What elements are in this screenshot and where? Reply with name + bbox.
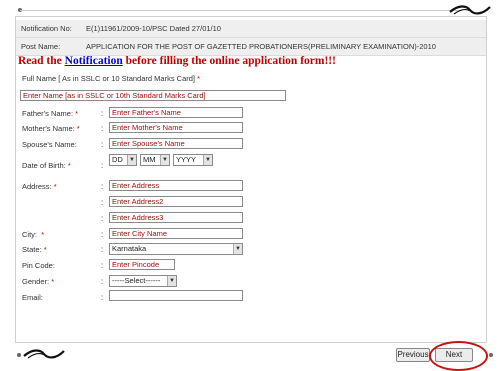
colon: : bbox=[101, 161, 104, 170]
colon: : bbox=[101, 198, 104, 207]
address1-input[interactable]: Enter Address bbox=[109, 180, 243, 191]
dob-month-value: MM bbox=[143, 155, 156, 164]
notification-link[interactable]: Notification bbox=[65, 55, 123, 67]
pin-code-input[interactable]: Enter Pincode bbox=[109, 259, 175, 270]
spouse-name-label: Spouse's Name: bbox=[22, 140, 77, 149]
gender-label-text: Gender: bbox=[22, 277, 50, 286]
dob-label: Date of Birth: * bbox=[22, 161, 71, 170]
notification-no-value: E(1)11961/2009-10/PSC Dated 27/01/10 bbox=[86, 24, 221, 33]
dob-day-value: DD bbox=[112, 155, 123, 164]
notification-warning: Read the Notification before filling the… bbox=[18, 55, 336, 67]
city-label-text: City: bbox=[22, 230, 37, 239]
spouse-name-input[interactable]: Enter Spouse's Name bbox=[109, 138, 243, 149]
dob-year-select[interactable]: YYYY ▼ bbox=[173, 154, 213, 166]
chevron-down-icon: ▼ bbox=[127, 155, 136, 165]
state-label-text: State: bbox=[22, 245, 42, 254]
post-name-value: APPLICATION FOR THE POST OF GAZETTED PRO… bbox=[86, 42, 436, 51]
swirl-ornament-icon bbox=[23, 349, 65, 359]
gender-value: -----Select------ bbox=[112, 276, 161, 285]
colon: : bbox=[101, 140, 104, 149]
gender-select[interactable]: -----Select------ ▼ bbox=[109, 275, 177, 287]
chevron-down-icon: ▼ bbox=[160, 155, 169, 165]
required-mark: * bbox=[43, 245, 47, 254]
notification-no-row: Notification No: E(1)11961/2009-10/PSC D… bbox=[16, 20, 486, 38]
colon: : bbox=[101, 124, 104, 133]
full-name-label: Full Name [ As in SSLC or 10 Standard Ma… bbox=[22, 74, 200, 83]
post-name-row: Post Name: APPLICATION FOR THE POST OF G… bbox=[16, 38, 486, 56]
required-mark: * bbox=[53, 182, 57, 191]
colon: : bbox=[101, 293, 104, 302]
city-label: City: * bbox=[22, 230, 44, 239]
full-name-label-text: Full Name [ As in SSLC or 10 Standard Ma… bbox=[22, 74, 195, 83]
post-name-label: Post Name: bbox=[21, 42, 61, 51]
father-name-label: Father's Name: * bbox=[22, 109, 78, 118]
colon: : bbox=[101, 277, 104, 286]
dob-month-select[interactable]: MM ▼ bbox=[140, 154, 170, 166]
father-name-input[interactable]: Enter Father's Name bbox=[109, 107, 243, 118]
top-divider bbox=[20, 10, 460, 11]
required-mark: * bbox=[51, 277, 55, 286]
address-label-text: Address: bbox=[22, 182, 52, 191]
pin-code-label: Pin Code: bbox=[22, 261, 55, 270]
email-input[interactable] bbox=[109, 290, 243, 301]
mother-name-label: Mother's Name: * bbox=[22, 124, 80, 133]
ornament-dot bbox=[489, 353, 493, 357]
mother-name-label-text: Mother's Name: bbox=[22, 124, 75, 133]
colon: : bbox=[101, 261, 104, 270]
gender-label: Gender: * bbox=[22, 277, 54, 286]
dob-year-value: YYYY bbox=[176, 155, 197, 164]
state-label: State: * bbox=[22, 245, 47, 254]
warning-text-after: before filling the online application fo… bbox=[122, 55, 336, 67]
father-name-label-text: Father's Name: bbox=[22, 109, 74, 118]
colon: : bbox=[101, 182, 104, 191]
chevron-down-icon: ▼ bbox=[233, 244, 242, 254]
required-mark: * bbox=[76, 124, 80, 133]
chevron-down-icon: ▼ bbox=[167, 276, 176, 286]
required-mark: * bbox=[67, 161, 71, 170]
address-label: Address: * bbox=[22, 182, 57, 191]
state-value: Karnataka bbox=[112, 244, 147, 253]
dob-day-select[interactable]: DD ▼ bbox=[109, 154, 137, 166]
email-label: Email: bbox=[22, 293, 43, 302]
required-mark: * bbox=[41, 230, 45, 239]
dob-label-text: Date of Birth: bbox=[22, 161, 66, 170]
required-mark: * bbox=[75, 109, 79, 118]
city-input[interactable]: Enter City Name bbox=[109, 228, 243, 239]
mother-name-input[interactable]: Enter Mother's Name bbox=[109, 122, 243, 133]
colon: : bbox=[101, 109, 104, 118]
next-highlight-ring bbox=[429, 341, 488, 371]
colon: : bbox=[101, 214, 104, 223]
address3-input[interactable]: Enter Address3 bbox=[109, 212, 243, 223]
chevron-down-icon: ▼ bbox=[203, 155, 212, 165]
address2-input[interactable]: Enter Address2 bbox=[109, 196, 243, 207]
swirl-ornament-icon bbox=[449, 5, 491, 15]
ornament-dot bbox=[17, 353, 21, 357]
previous-button[interactable]: Previous bbox=[396, 348, 430, 362]
colon: : bbox=[101, 230, 104, 239]
warning-text-before: Read the bbox=[18, 55, 65, 67]
required-mark: * bbox=[197, 74, 201, 83]
colon: : bbox=[101, 245, 104, 254]
full-name-input[interactable]: Enter Name [as in SSLC or 10th Standard … bbox=[20, 90, 286, 101]
state-select[interactable]: Karnataka ▼ bbox=[109, 243, 243, 255]
notification-no-label: Notification No: bbox=[21, 24, 72, 33]
